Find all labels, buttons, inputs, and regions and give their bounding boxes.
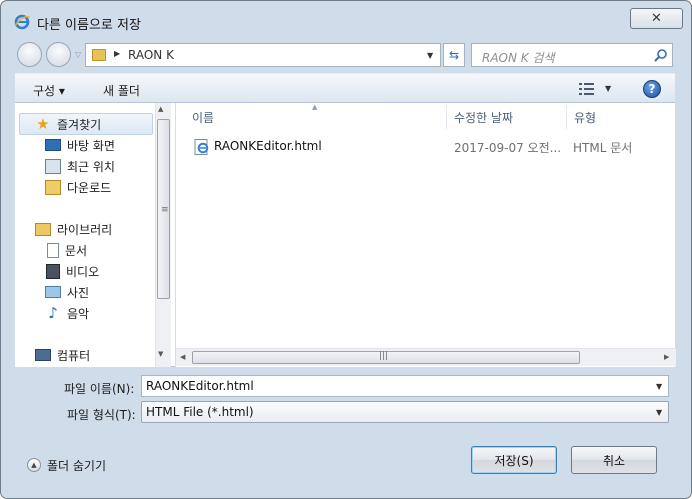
address-dropdown-icon[interactable]: ▼ [427, 51, 433, 60]
scroll-left-arrow-icon[interactable]: ◀ [180, 353, 185, 361]
forward-button[interactable] [46, 42, 71, 67]
column-header-modified[interactable]: 수정한 날짜 [454, 109, 513, 126]
recent-places-icon [45, 158, 61, 174]
filetype-dropdown-icon[interactable]: ▼ [656, 408, 662, 417]
file-modified-date: 2017-09-07 오전... [454, 141, 562, 155]
sidebar-item-label: 사진 [67, 285, 90, 300]
close-button[interactable]: ✕ [630, 8, 683, 29]
scroll-down-arrow-icon[interactable]: ▼ [158, 350, 163, 358]
sidebar-item-label: 최근 위치 [67, 159, 115, 174]
column-divider[interactable] [566, 105, 567, 129]
command-toolbar: 구성 ▾ 새 폴더 ▼ ? [15, 73, 675, 103]
organize-menu-button[interactable]: 구성 ▾ [33, 82, 65, 99]
sidebar-item-desktop[interactable]: 바탕 화면 [45, 135, 115, 155]
sidebar-item-label: 비디오 [66, 264, 100, 279]
file-list-pane: ▲ 이름 수정한 날짜 유형 RAONKEditor.html 2017-09-… [175, 103, 676, 367]
search-placeholder: RAON K 검색 [482, 51, 555, 65]
sidebar-item-label: 바탕 화면 [67, 138, 115, 153]
navigation-pane: ★ 즐겨찾기 바탕 화면 최근 위치 다운로드 라이브러리 문서 비디오 사진 … [15, 103, 171, 367]
filename-dropdown-icon[interactable]: ▼ [656, 382, 662, 391]
sort-ascending-icon: ▲ [312, 103, 318, 111]
filename-value[interactable]: RAONKEditor.html [146, 379, 254, 393]
refresh-icon: ⇆ [448, 48, 460, 62]
scrollbar-thumb[interactable]: ||| [192, 351, 580, 364]
help-button[interactable]: ? [643, 80, 661, 98]
video-icon [46, 263, 60, 279]
window-title: 다른 이름으로 저장 [37, 18, 141, 33]
scroll-right-arrow-icon[interactable]: ▶ [664, 353, 669, 361]
html-file-icon [194, 139, 209, 155]
scrollbar-thumb[interactable]: ≡ [157, 119, 170, 299]
address-bar[interactable]: ▶ RAON K ▼ [85, 43, 441, 67]
computer-icon [35, 349, 51, 361]
column-header-type[interactable]: 유형 [574, 109, 596, 126]
column-divider[interactable] [446, 105, 447, 129]
title-bar: 다른 이름으로 저장 ✕ [1, 1, 691, 35]
collapse-arrow-icon: ▲ [27, 458, 41, 472]
view-dropdown-icon[interactable]: ▼ [605, 84, 611, 93]
file-type: HTML 문서 [573, 141, 633, 155]
internet-explorer-icon [14, 14, 31, 30]
document-icon [47, 242, 59, 258]
picture-icon [45, 286, 61, 298]
file-name: RAONKEditor.html [214, 139, 322, 153]
sidebar-item-recent-places[interactable]: 최근 위치 [45, 156, 115, 176]
hide-folders-toggle[interactable]: ▲ 폴더 숨기기 [27, 456, 106, 474]
grip-icon: ≡ [161, 205, 169, 215]
library-icon [35, 222, 51, 236]
scroll-up-arrow-icon[interactable]: ▲ [158, 105, 163, 113]
desktop-icon [45, 139, 61, 151]
star-icon: ★ [36, 114, 50, 133]
sidebar-item-downloads[interactable]: 다운로드 [45, 177, 111, 197]
downloads-folder-icon [45, 179, 61, 195]
navigation-bar: ▽ ▶ RAON K ▼ ⇆ RAON K 검색 [15, 41, 675, 69]
sidebar-item-label: 라이브러리 [57, 222, 113, 237]
grip-icon: ||| [379, 351, 389, 361]
column-header-name[interactable]: 이름 [192, 109, 214, 126]
sidebar-item-label: 음악 [67, 306, 90, 321]
filename-input[interactable]: RAONKEditor.html ▼ [141, 375, 669, 397]
music-note-icon: ♪ [48, 303, 58, 322]
sidebar-item-videos[interactable]: 비디오 [45, 261, 99, 281]
navigation-pane-scrollbar[interactable]: ▲ ≡ ▼ [155, 103, 171, 367]
view-options-icon[interactable] [579, 83, 597, 95]
file-row[interactable]: RAONKEditor.html 2017-09-07 오전... HTML 문… [190, 137, 660, 157]
filetype-label: 파일 형식(T): [67, 408, 136, 422]
search-icon[interactable] [654, 48, 668, 62]
folder-icon [92, 49, 106, 61]
sidebar-item-music[interactable]: ♪ 음악 [45, 303, 89, 323]
browser-content: ★ 즐겨찾기 바탕 화면 최근 위치 다운로드 라이브러리 문서 비디오 사진 … [15, 103, 676, 367]
filetype-value: HTML File (*.html) [146, 405, 254, 419]
sidebar-item-label: 즐겨찾기 [57, 117, 102, 132]
sidebar-item-pictures[interactable]: 사진 [45, 282, 89, 302]
sidebar-item-favorites[interactable]: ★ 즐겨찾기 [35, 114, 101, 134]
new-folder-button[interactable]: 새 폴더 [103, 82, 140, 99]
filetype-select[interactable]: HTML File (*.html) ▼ [141, 401, 669, 423]
back-button[interactable] [17, 42, 42, 67]
sidebar-item-libraries[interactable]: 라이브러리 [35, 219, 112, 239]
breadcrumb-arrow-icon[interactable]: ▶ [114, 49, 120, 58]
sidebar-item-label: 컴퓨터 [57, 348, 91, 363]
save-button[interactable]: 저장(S) [471, 446, 557, 474]
sidebar-item-computer[interactable]: 컴퓨터 [35, 345, 90, 365]
sidebar-item-label: 다운로드 [67, 180, 112, 195]
hide-folders-label: 폴더 숨기기 [47, 458, 107, 473]
recent-pages-dropdown-icon[interactable]: ▽ [75, 50, 81, 59]
refresh-button[interactable]: ⇆ [443, 43, 465, 67]
filename-label: 파일 이름(N): [64, 382, 135, 396]
file-list-horizontal-scrollbar[interactable]: ◀ ||| ▶ [176, 348, 676, 366]
help-icon: ? [648, 82, 656, 96]
sidebar-item-label: 문서 [65, 243, 88, 258]
cancel-button[interactable]: 취소 [571, 446, 657, 474]
save-as-dialog: 다른 이름으로 저장 ✕ ▽ ▶ RAON K ▼ ⇆ RAON K 검색 구성… [0, 0, 692, 499]
sidebar-item-documents[interactable]: 문서 [45, 240, 87, 260]
search-box[interactable]: RAON K 검색 [471, 43, 673, 67]
breadcrumb-current[interactable]: RAON K [128, 48, 174, 62]
close-icon: ✕ [651, 11, 662, 26]
